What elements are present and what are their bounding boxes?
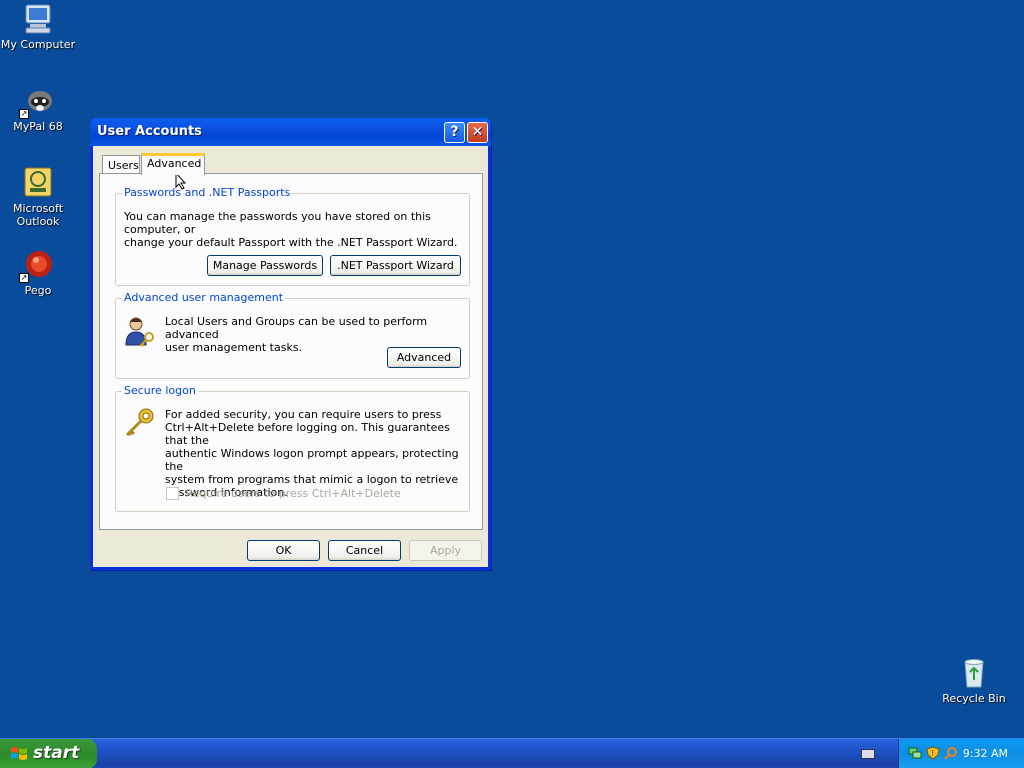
windows-logo-icon [10, 745, 28, 768]
manage-passwords-button[interactable]: Manage Passwords [207, 255, 323, 276]
ok-button[interactable]: OK [247, 540, 320, 561]
user-accounts-window: User Accounts ? ✕ Users Advanced Passwor… [90, 118, 491, 570]
outlook-icon [21, 166, 55, 200]
group-title: Advanced user management [122, 291, 286, 304]
desktop-icon-label: Pego [24, 284, 52, 297]
group-title: Passwords and .NET Passports [122, 186, 293, 199]
network-icon[interactable] [908, 746, 922, 763]
text-line: system from programs that mimic a logon … [165, 473, 459, 486]
mouse-cursor-icon [175, 171, 187, 193]
advanced-tab-panel: Passwords and .NET Passports You can man… [99, 173, 483, 530]
svg-text:!: ! [931, 749, 934, 758]
net-passport-wizard-button[interactable]: .NET Passport Wizard [330, 255, 461, 276]
keyboard-icon[interactable] [861, 749, 875, 759]
taskbar: start ! 9:32 AM [0, 738, 1024, 768]
advanced-user-management-group: Advanced user management Local Users and… [115, 291, 470, 379]
checkbox-label: Require users to press Ctrl+Alt+Delete [185, 487, 401, 500]
start-label: start [33, 743, 80, 763]
shortcut-arrow-icon: ↗ [19, 273, 29, 283]
passwords-description: You can manage the passwords you have st… [124, 210, 469, 249]
text-line: For added security, you can require user… [165, 408, 442, 421]
secure-logon-group: Secure logon For added security, you can… [115, 384, 470, 512]
window-title: User Accounts [97, 124, 202, 139]
desktop-icon-pego[interactable]: ↗ Pego [0, 248, 76, 297]
shortcut-arrow-icon: ↗ [19, 109, 29, 119]
system-tray: ! 9:32 AM [898, 739, 1024, 768]
require-ctrl-alt-del-checkbox[interactable]: Require users to press Ctrl+Alt+Delete [166, 487, 401, 500]
group-title: Secure logon [122, 384, 198, 397]
desktop-icon-outlook[interactable]: Microsoft Outlook [0, 166, 76, 228]
secure-logon-description: For added security, you can require user… [165, 408, 469, 499]
text-line: authentic Windows logon prompt appears, … [165, 447, 459, 473]
help-button[interactable]: ? [444, 122, 465, 143]
clock[interactable]: 9:32 AM [963, 747, 1008, 760]
desktop-icon-label: Recycle Bin [942, 692, 1006, 705]
start-button[interactable]: start [0, 739, 97, 768]
key-icon [123, 406, 157, 440]
help-icon: ? [450, 124, 459, 140]
close-icon: ✕ [471, 124, 484, 140]
recycle-bin-icon [957, 656, 991, 690]
computer-icon [21, 2, 55, 36]
desktop-icon-label: Microsoft Outlook [12, 202, 64, 228]
advanced-button[interactable]: Advanced [387, 347, 461, 368]
text-line: Local Users and Groups can be used to pe… [165, 315, 428, 341]
pego-icon: ↗ [19, 248, 55, 283]
security-shield-icon[interactable]: ! [926, 746, 940, 763]
checkbox-box[interactable] [166, 487, 179, 500]
desktop-icon-label: MyPal 68 [13, 120, 63, 133]
desktop-icon-label: My Computer [0, 38, 76, 51]
users-and-key-icon [123, 315, 157, 349]
tab-label: Users [108, 159, 139, 172]
raccoon-icon: ↗ [19, 84, 55, 119]
tab-label: Advanced [147, 157, 202, 170]
apply-button[interactable]: Apply [409, 540, 482, 561]
passwords-group: Passwords and .NET Passports You can man… [115, 186, 470, 286]
desktop-icon-recycle-bin[interactable]: Recycle Bin [936, 656, 1012, 705]
text-line: change your default Passport with the .N… [124, 236, 458, 249]
window-titlebar[interactable]: User Accounts ? ✕ [90, 118, 491, 146]
text-line: You can manage the passwords you have st… [124, 210, 431, 236]
cancel-button[interactable]: Cancel [328, 540, 401, 561]
desktop-icon-my-computer[interactable]: My Computer [0, 2, 76, 51]
tab-users[interactable]: Users [102, 155, 140, 174]
desktop-icon-mypal[interactable]: ↗ MyPal 68 [0, 84, 76, 133]
search-icon[interactable] [944, 746, 958, 763]
tab-advanced[interactable]: Advanced [141, 153, 205, 175]
close-button[interactable]: ✕ [467, 122, 488, 143]
text-line: Ctrl+Alt+Delete before logging on. This … [165, 421, 450, 447]
